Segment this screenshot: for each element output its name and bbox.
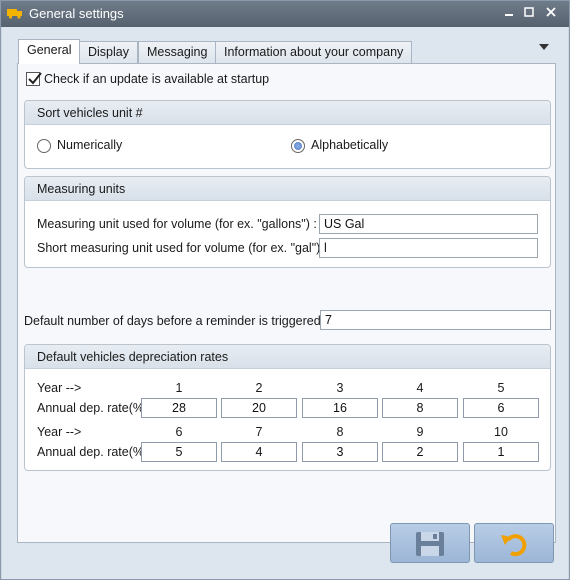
save-button[interactable] <box>390 523 470 563</box>
measuring-units-group: Measuring units Measuring unit used for … <box>24 176 551 268</box>
rate-input-year-3[interactable] <box>302 398 378 418</box>
rate-label-row2: Annual dep. rate(% <box>37 445 145 459</box>
settings-window: General settings General Display Messagi… <box>0 0 570 580</box>
radio-numerically[interactable] <box>37 139 51 153</box>
reminder-label: Default number of days before a reminder… <box>24 314 328 328</box>
year-number: 10 <box>494 425 508 439</box>
undo-button[interactable] <box>474 523 554 563</box>
depreciation-title: Default vehicles depreciation rates <box>25 345 550 369</box>
year-number: 5 <box>497 381 505 395</box>
minimize-button[interactable] <box>499 3 519 23</box>
year-number: 6 <box>175 425 183 439</box>
maximize-icon <box>524 7 534 17</box>
year-number: 1 <box>175 381 183 395</box>
window-title: General settings <box>29 6 124 21</box>
save-icon <box>416 532 444 556</box>
sort-group-title: Sort vehicles unit # <box>25 101 550 125</box>
tab-company-info[interactable]: Information about your company <box>215 41 413 63</box>
rate-input-year-4[interactable] <box>382 398 458 418</box>
sort-group: Sort vehicles unit # Numerically Alphabe… <box>24 100 551 169</box>
window-client: General Display Messaging Information ab… <box>2 27 568 579</box>
truck-icon <box>7 9 22 19</box>
title-bar[interactable]: General settings <box>1 1 569 27</box>
reminder-days-input[interactable] <box>320 310 551 330</box>
rate-input-year-5[interactable] <box>463 398 539 418</box>
year-number: 2 <box>255 381 263 395</box>
radio-alphabetically-label[interactable]: Alphabetically <box>311 138 388 152</box>
tab-display[interactable]: Display <box>79 41 138 63</box>
update-checkbox[interactable] <box>26 72 42 86</box>
checkmark-icon <box>28 72 42 85</box>
tab-messaging[interactable]: Messaging <box>138 41 217 63</box>
rate-input-year-9[interactable] <box>382 442 458 462</box>
year-number: 7 <box>255 425 263 439</box>
rate-input-year-1[interactable] <box>141 398 217 418</box>
depreciation-group: Default vehicles depreciation rates Year… <box>24 344 551 471</box>
close-button[interactable] <box>541 3 561 23</box>
rate-input-year-2[interactable] <box>221 398 297 418</box>
rate-input-year-7[interactable] <box>221 442 297 462</box>
measuring-units-title: Measuring units <box>25 177 550 201</box>
year-label-row2: Year --> <box>37 425 82 439</box>
rate-input-year-10[interactable] <box>463 442 539 462</box>
radio-alphabetically[interactable] <box>291 139 305 153</box>
short-unit-input[interactable] <box>319 238 538 258</box>
year-number: 8 <box>336 425 344 439</box>
year-label-row1: Year --> <box>37 381 82 395</box>
rate-label-row1: Annual dep. rate(% <box>37 401 145 415</box>
volume-unit-input[interactable] <box>319 214 538 234</box>
update-check-label: Check if an update is available at start… <box>44 72 270 86</box>
year-number: 4 <box>416 381 424 395</box>
chevron-down-icon[interactable] <box>537 42 551 52</box>
year-number: 9 <box>416 425 424 439</box>
rate-input-year-6[interactable] <box>141 442 217 462</box>
short-unit-label: Short measuring unit used for volume (fo… <box>37 241 328 255</box>
rate-input-year-8[interactable] <box>302 442 378 462</box>
tab-general[interactable]: General <box>18 39 81 64</box>
maximize-button[interactable] <box>519 3 539 23</box>
general-panel: Check if an update is available at start… <box>17 63 556 543</box>
volume-unit-label: Measuring unit used for volume (for ex. … <box>37 217 317 231</box>
undo-icon <box>501 534 527 557</box>
year-number: 3 <box>336 381 344 395</box>
close-icon <box>546 7 556 17</box>
radio-numerically-label[interactable]: Numerically <box>57 138 122 152</box>
minimize-icon <box>505 14 513 16</box>
